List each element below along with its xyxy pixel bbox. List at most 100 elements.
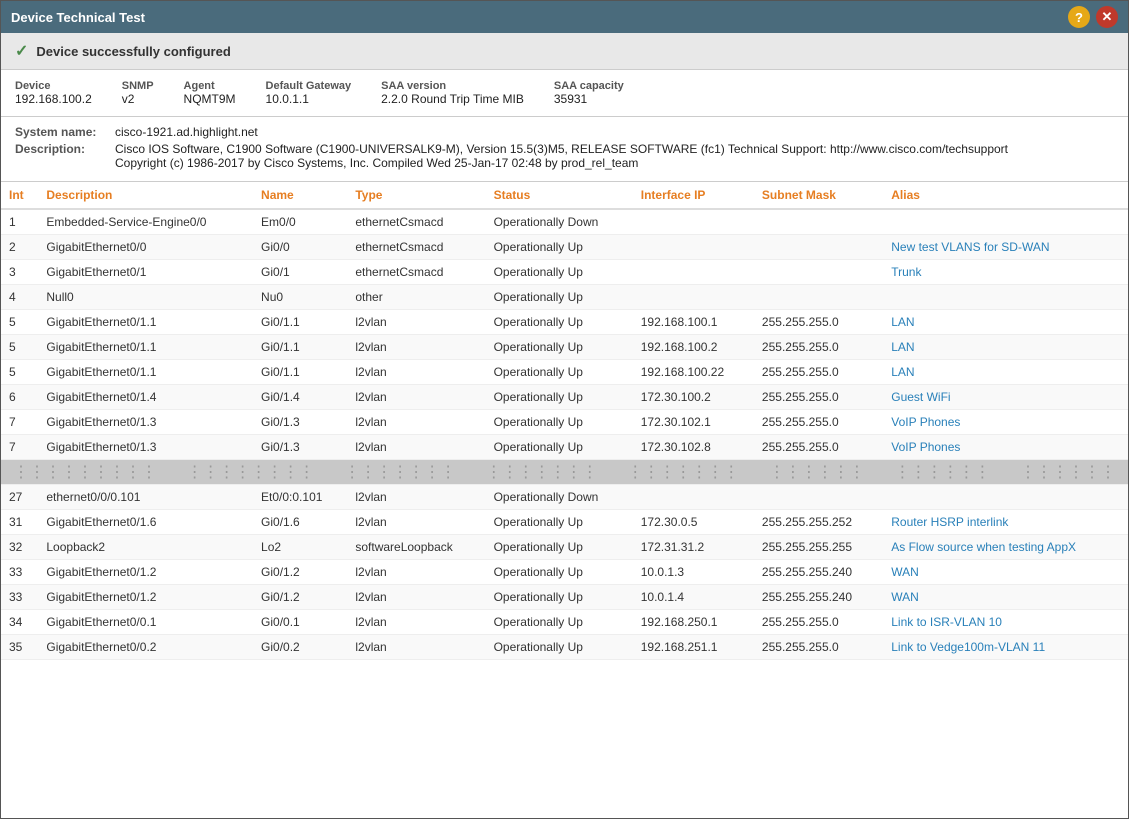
main-window: Device Technical Test ? ✕ ✓ Device succe… <box>0 0 1129 819</box>
cell-status: Operationally Up <box>486 535 633 560</box>
cell-name: Gi0/1 <box>253 260 347 285</box>
cell-desc: GigabitEthernet0/1.4 <box>38 385 253 410</box>
cell-ip: 172.30.100.2 <box>633 385 754 410</box>
cell-ip: 192.168.251.1 <box>633 635 754 660</box>
cell-status: Operationally Up <box>486 510 633 535</box>
table-row[interactable]: 27 ethernet0/0/0.101 Et0/0:0.101 l2vlan … <box>1 485 1128 510</box>
cell-alias <box>883 285 1128 310</box>
agent-info: Agent NQMT9M <box>184 80 236 106</box>
cell-desc: GigabitEthernet0/1.6 <box>38 510 253 535</box>
cell-name: Gi0/1.2 <box>253 585 347 610</box>
cell-status: Operationally Up <box>486 610 633 635</box>
cell-desc: GigabitEthernet0/1.3 <box>38 435 253 460</box>
cell-ip: 192.168.100.22 <box>633 360 754 385</box>
cell-status: Operationally Up <box>486 260 633 285</box>
table-row[interactable]: 4 Null0 Nu0 other Operationally Up <box>1 285 1128 310</box>
cell-mask: 255.255.255.0 <box>754 335 883 360</box>
cell-status: Operationally Up <box>486 560 633 585</box>
cell-int: 31 <box>1 510 38 535</box>
cell-mask: 255.255.255.255 <box>754 535 883 560</box>
table-row[interactable]: 7 GigabitEthernet0/1.3 Gi0/1.3 l2vlan Op… <box>1 410 1128 435</box>
cell-mask <box>754 485 883 510</box>
saa-capacity-label: SAA capacity <box>554 80 624 92</box>
saa-version-label: SAA version <box>381 80 524 92</box>
table-row[interactable]: 6 GigabitEthernet0/1.4 Gi0/1.4 l2vlan Op… <box>1 385 1128 410</box>
info-bar: Device 192.168.100.2 SNMP v2 Agent NQMT9… <box>1 70 1128 117</box>
col-name: Name <box>253 182 347 209</box>
table-row[interactable]: 33 GigabitEthernet0/1.2 Gi0/1.2 l2vlan O… <box>1 560 1128 585</box>
cell-status: Operationally Up <box>486 235 633 260</box>
table-row[interactable]: 33 GigabitEthernet0/1.2 Gi0/1.2 l2vlan O… <box>1 585 1128 610</box>
table-header-row: Int Description Name Type Status Interfa… <box>1 182 1128 209</box>
cell-desc: GigabitEthernet0/0.1 <box>38 610 253 635</box>
cell-status: Operationally Up <box>486 435 633 460</box>
col-status: Status <box>486 182 633 209</box>
cell-int: 35 <box>1 635 38 660</box>
saa-capacity-info: SAA capacity 35931 <box>554 80 624 106</box>
table-row[interactable]: 1 Embedded-Service-Engine0/0 Em0/0 ether… <box>1 209 1128 235</box>
table-row[interactable]: 3 GigabitEthernet0/1 Gi0/1 ethernetCsmac… <box>1 260 1128 285</box>
system-desc-row: Description: Cisco IOS Software, C1900 S… <box>15 142 1114 170</box>
table-row[interactable]: 5 GigabitEthernet0/1.1 Gi0/1.1 l2vlan Op… <box>1 360 1128 385</box>
table-row[interactable]: 31 GigabitEthernet0/1.6 Gi0/1.6 l2vlan O… <box>1 510 1128 535</box>
cell-alias: Router HSRP interlink <box>883 510 1128 535</box>
table-row[interactable]: 7 GigabitEthernet0/1.3 Gi0/1.3 l2vlan Op… <box>1 435 1128 460</box>
table-row[interactable]: 2 GigabitEthernet0/0 Gi0/0 ethernetCsmac… <box>1 235 1128 260</box>
cell-type: l2vlan <box>347 585 485 610</box>
cell-desc: GigabitEthernet0/1.3 <box>38 410 253 435</box>
close-button[interactable]: ✕ <box>1096 6 1118 28</box>
col-type: Type <box>347 182 485 209</box>
cell-alias <box>883 485 1128 510</box>
success-message: Device successfully configured <box>36 44 230 59</box>
agent-label: Agent <box>184 80 236 92</box>
cell-int: 2 <box>1 235 38 260</box>
desc-line1: Cisco IOS Software, C1900 Software (C190… <box>115 142 1008 156</box>
cell-alias: Link to ISR-VLAN 10 <box>883 610 1128 635</box>
table-row[interactable]: 34 GigabitEthernet0/0.1 Gi0/0.1 l2vlan O… <box>1 610 1128 635</box>
cell-ip: 10.0.1.3 <box>633 560 754 585</box>
cell-type: l2vlan <box>347 560 485 585</box>
cell-ip: 172.30.0.5 <box>633 510 754 535</box>
cell-desc: Loopback2 <box>38 535 253 560</box>
desc-line2: Copyright (c) 1986-2017 by Cisco Systems… <box>115 156 638 170</box>
cell-ip <box>633 260 754 285</box>
cell-int: 5 <box>1 310 38 335</box>
cell-int: 33 <box>1 585 38 610</box>
table-row[interactable]: 5 GigabitEthernet0/1.1 Gi0/1.1 l2vlan Op… <box>1 335 1128 360</box>
system-desc-label: Description: <box>15 142 105 170</box>
cell-desc: GigabitEthernet0/0.2 <box>38 635 253 660</box>
cell-int: 32 <box>1 535 38 560</box>
cell-type: l2vlan <box>347 485 485 510</box>
saa-capacity-value: 35931 <box>554 92 624 106</box>
title-bar: Device Technical Test ? ✕ <box>1 1 1128 33</box>
success-bar: ✓ Device successfully configured <box>1 33 1128 70</box>
help-button[interactable]: ? <box>1068 6 1090 28</box>
cell-name: Gi0/1.3 <box>253 435 347 460</box>
cell-ip: 10.0.1.4 <box>633 585 754 610</box>
cell-status: Operationally Down <box>486 485 633 510</box>
cell-alias: VoIP Phones <box>883 410 1128 435</box>
cell-alias: Trunk <box>883 260 1128 285</box>
interface-table-container[interactable]: Int Description Name Type Status Interfa… <box>1 182 1128 818</box>
cell-type: l2vlan <box>347 410 485 435</box>
col-subnet-mask: Subnet Mask <box>754 182 883 209</box>
table-row[interactable]: 5 GigabitEthernet0/1.1 Gi0/1.1 l2vlan Op… <box>1 310 1128 335</box>
cell-int: 5 <box>1 360 38 385</box>
table-row[interactable]: 32 Loopback2 Lo2 softwareLoopback Operat… <box>1 535 1128 560</box>
cell-mask: 255.255.255.0 <box>754 310 883 335</box>
cell-int: 27 <box>1 485 38 510</box>
cell-status: Operationally Up <box>486 410 633 435</box>
ellipsis-cell: ⋮⋮⋮⋮⋮⋮⋮⋮⋮⋮⋮⋮⋮⋮⋮⋮⋮⋮⋮⋮⋮⋮⋮⋮⋮⋮⋮⋮⋮⋮⋮⋮⋮⋮⋮⋮⋮⋮⋮⋮… <box>1 460 1128 485</box>
cell-alias: LAN <box>883 335 1128 360</box>
cell-int: 7 <box>1 435 38 460</box>
cell-alias: WAN <box>883 585 1128 610</box>
cell-alias: New test VLANS for SD-WAN <box>883 235 1128 260</box>
cell-int: 3 <box>1 260 38 285</box>
cell-desc: Null0 <box>38 285 253 310</box>
cell-name: Et0/0:0.101 <box>253 485 347 510</box>
cell-status: Operationally Up <box>486 285 633 310</box>
cell-type: other <box>347 285 485 310</box>
table-row[interactable]: 35 GigabitEthernet0/0.2 Gi0/0.2 l2vlan O… <box>1 635 1128 660</box>
cell-status: Operationally Up <box>486 585 633 610</box>
cell-type: ethernetCsmacd <box>347 209 485 235</box>
